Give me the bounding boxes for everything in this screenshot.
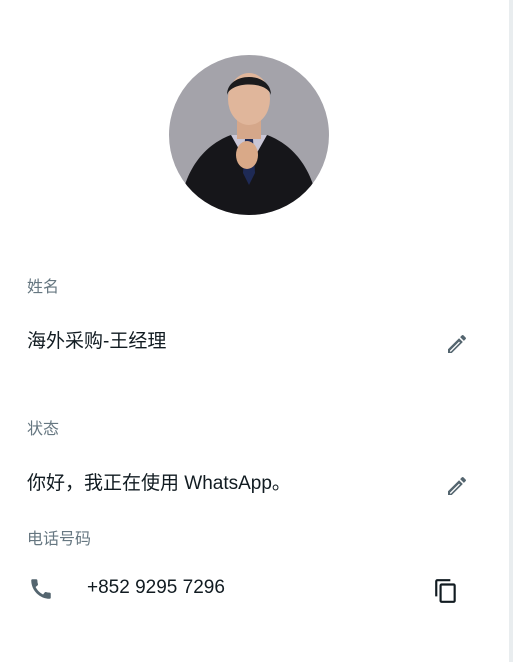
copy-phone-button[interactable] bbox=[432, 577, 460, 605]
profile-photo bbox=[169, 55, 329, 215]
profile-avatar[interactable] bbox=[169, 55, 329, 215]
name-value: 海外采购-王经理 bbox=[27, 331, 167, 352]
pencil-icon bbox=[448, 334, 467, 353]
name-label: 姓名 bbox=[27, 279, 60, 296]
phone-label: 电话号码 bbox=[27, 531, 92, 548]
phone-icon bbox=[28, 576, 54, 602]
status-value: 你好，我正在使用 WhatsApp。 bbox=[27, 473, 291, 494]
phone-number: +852 9295 7296 bbox=[87, 577, 225, 598]
pencil-icon bbox=[448, 476, 467, 495]
panel-divider bbox=[509, 0, 513, 662]
contact-info-panel: 姓名 海外采购-王经理 状态 你好，我正在使用 WhatsApp。 电话号码 +… bbox=[0, 0, 509, 662]
status-label: 状态 bbox=[27, 421, 60, 438]
edit-status-button[interactable] bbox=[443, 472, 471, 500]
copy-icon bbox=[435, 579, 456, 603]
edit-name-button[interactable] bbox=[443, 330, 471, 358]
